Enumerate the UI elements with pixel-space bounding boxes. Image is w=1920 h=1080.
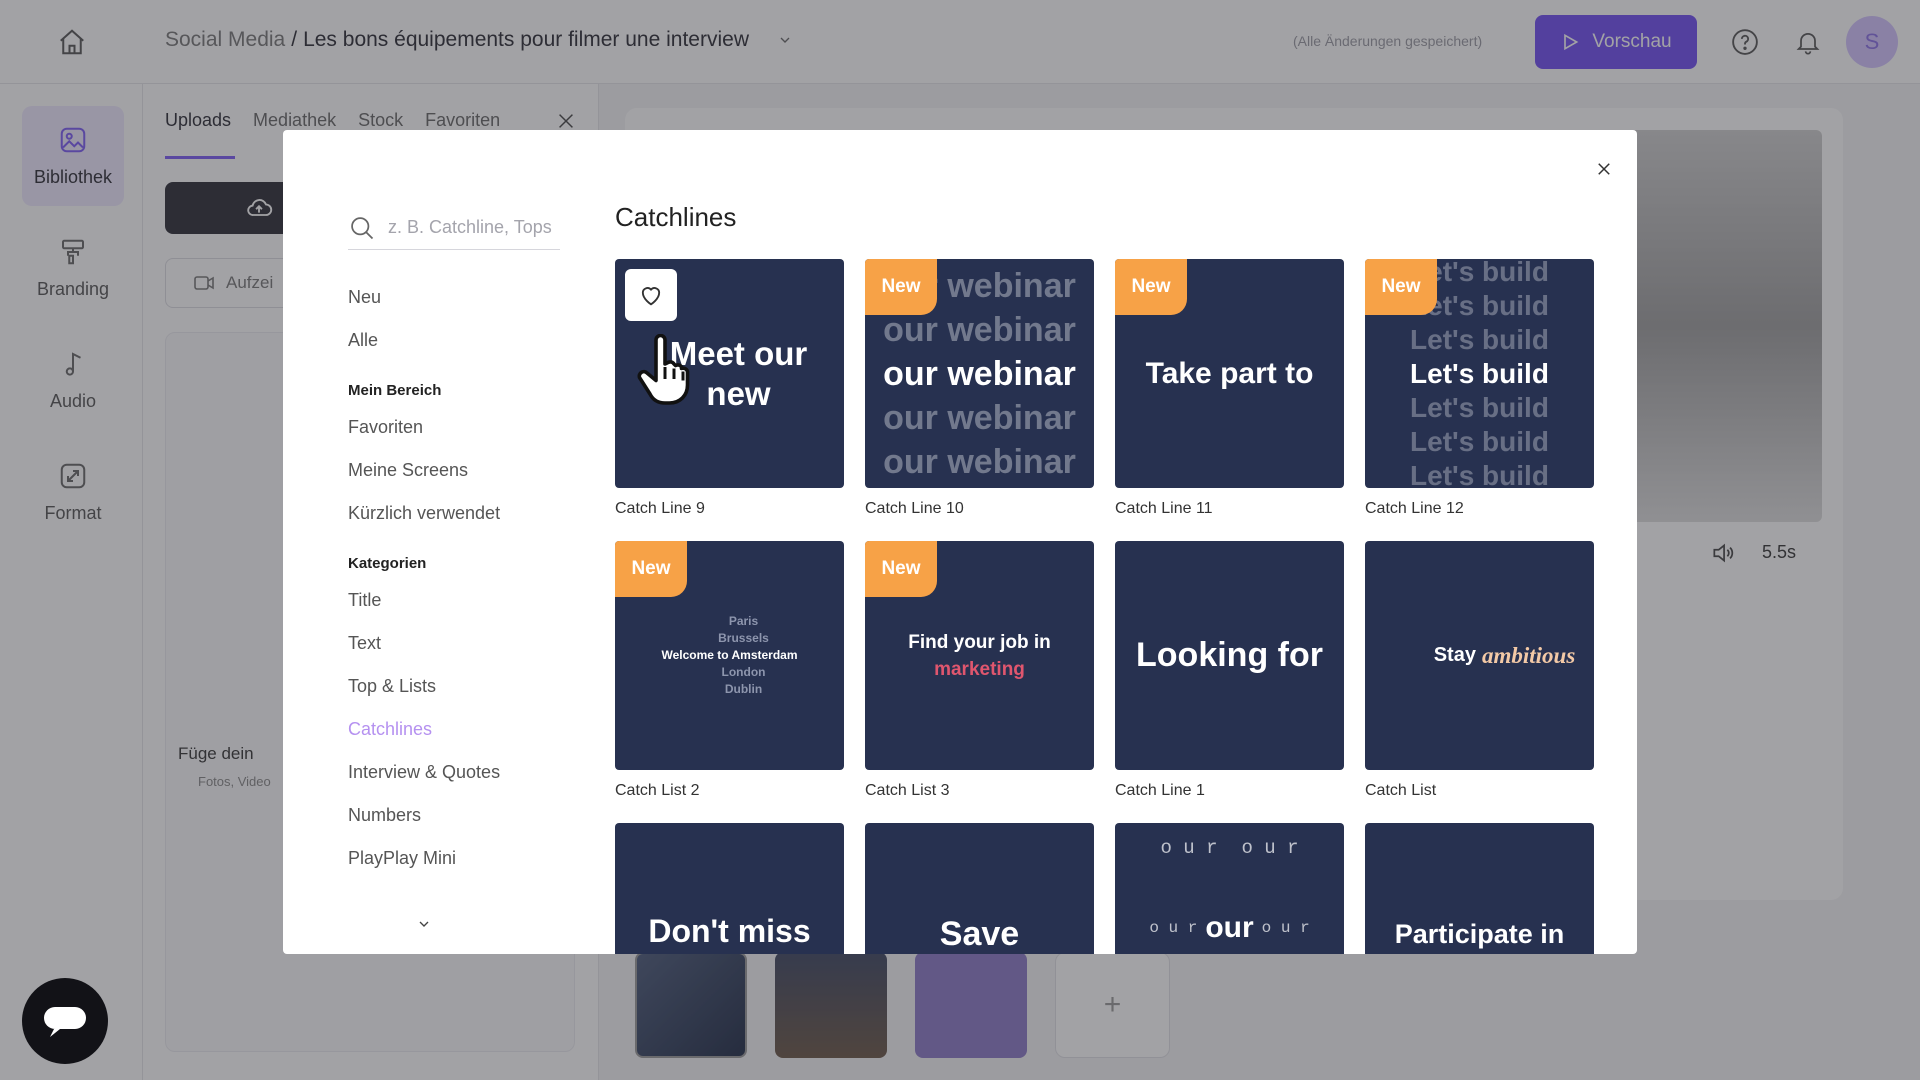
main-line: our <box>1205 911 1254 944</box>
template-label: Catch List 2 <box>615 782 700 799</box>
nav-item-favoriten[interactable]: Favoriten <box>348 406 578 449</box>
new-badge: New <box>1115 259 1187 315</box>
template-thumbnail[interactable]: Don't miss <box>615 823 844 954</box>
section-title: Catchlines <box>615 202 737 232</box>
template-thumbnail[interactable]: Stay ambitious <box>1365 541 1594 770</box>
category-nav: Neu Alle Mein Bereich Favoriten Meine Sc… <box>348 276 578 880</box>
nav-item-meine-screens[interactable]: Meine Screens <box>348 449 578 492</box>
template-label: Catch List <box>1365 782 1437 799</box>
search-icon <box>351 216 374 239</box>
template-card[interactable]: Save <box>865 823 1094 954</box>
list-line: Dublin <box>724 682 763 696</box>
template-card[interactable]: Meet our new Catch Line 9 <box>615 259 844 517</box>
echo-line: Let's build <box>1410 425 1549 457</box>
echo-line: Let's build <box>1410 459 1549 489</box>
echo-line: o u r <box>1261 919 1310 937</box>
search-input[interactable] <box>388 217 558 238</box>
template-label: Catch Line 9 <box>615 500 705 517</box>
nav-item-numbers[interactable]: Numbers <box>348 794 578 837</box>
echo-line: our webinar <box>883 398 1076 437</box>
template-label: Catch Line 11 <box>1115 500 1213 517</box>
nav-item-catchlines[interactable]: Catchlines <box>348 708 578 751</box>
template-label: Catch Line 10 <box>865 500 964 517</box>
highlight-line: marketing <box>934 658 1025 680</box>
thumbnail-text: Save <box>939 915 1020 953</box>
list-line: Stay <box>1433 644 1476 666</box>
close-icon <box>1598 163 1610 175</box>
echo-line: Let's build <box>1410 323 1549 355</box>
nav-heading-mine: Mein Bereich <box>348 382 442 399</box>
nav-heading-categories: Kategorien <box>348 555 427 572</box>
new-badge: New <box>865 541 937 597</box>
nav-item-interview-quotes[interactable]: Interview & Quotes <box>348 751 578 794</box>
template-card[interactable]: New our webinar our webinar our webinar … <box>865 259 1094 517</box>
echo-line: o u r <box>1241 837 1299 859</box>
main-line: Let's build <box>1410 357 1549 389</box>
template-thumbnail[interactable]: Meet our new <box>615 259 844 488</box>
template-card[interactable]: New Find your job in marketing Catch Lis… <box>865 541 1094 799</box>
thumbnail-text: o u r o u r o u r our o u r <box>1115 823 1344 954</box>
main-line: our webinar <box>883 354 1076 393</box>
nav-item-playplay-mini[interactable]: PlayPlay Mini <box>348 837 578 880</box>
chat-button[interactable] <box>22 978 108 1064</box>
template-label: Catch Line 12 <box>1365 500 1464 517</box>
list-line: London <box>721 665 766 679</box>
template-card[interactable]: Don't miss <box>615 823 844 954</box>
nav-item-neu[interactable]: Neu <box>348 276 578 319</box>
heart-icon <box>641 287 661 306</box>
thumbnail-text: Stay ambitious <box>1365 541 1594 770</box>
template-label: Catch List 3 <box>865 782 950 799</box>
template-card[interactable]: o u r o u r o u r our o u r <box>1115 823 1344 954</box>
template-card[interactable]: New Let's build Let's build Let's build … <box>1365 259 1594 517</box>
list-line: Paris <box>728 614 759 628</box>
highlight-line: ambitious <box>1481 642 1576 668</box>
nav-item-alle[interactable]: Alle <box>348 319 578 362</box>
chat-icon <box>44 1007 86 1037</box>
modal-close-button[interactable] <box>1589 154 1619 184</box>
chevron-down-icon <box>419 921 429 927</box>
template-card[interactable]: Stay ambitious Catch List <box>1365 541 1594 799</box>
thumbnail-text: Looking for <box>1136 636 1323 674</box>
echo-line: o u r <box>1160 837 1218 859</box>
template-thumbnail[interactable]: New our webinar our webinar our webinar … <box>865 259 1094 488</box>
template-modal: Neu Alle Mein Bereich Favoriten Meine Sc… <box>283 130 1637 954</box>
template-card[interactable]: Participate in <box>1365 823 1594 954</box>
thumbnail-text: Don't miss <box>648 913 811 949</box>
nav-item-kuerzlich[interactable]: Kürzlich verwendet <box>348 492 578 535</box>
template-thumbnail[interactable]: New Paris Brussels Welcome to Amsterdam … <box>615 541 844 770</box>
new-badge: New <box>1365 259 1437 315</box>
nav-item-text[interactable]: Text <box>348 622 578 665</box>
nav-scroll-down-button[interactable] <box>409 914 439 934</box>
template-thumbnail[interactable]: Save <box>865 823 1094 954</box>
template-thumbnail[interactable]: New Take part to <box>1115 259 1344 488</box>
template-thumbnail[interactable]: New Find your job in marketing <box>865 541 1094 770</box>
nav-item-title[interactable]: Title <box>348 579 578 622</box>
template-card[interactable]: Looking for Catch Line 1 <box>1115 541 1344 799</box>
echo-line: o u r <box>1149 919 1198 937</box>
nav-item-top-lists[interactable]: Top & Lists <box>348 665 578 708</box>
template-card[interactable]: New Paris Brussels Welcome to Amsterdam … <box>615 541 844 799</box>
list-line: Find your job in <box>908 631 1051 653</box>
template-thumbnail[interactable]: o u r o u r o u r our o u r <box>1115 823 1344 954</box>
template-label: Catch Line 1 <box>1115 782 1205 799</box>
search-bar <box>348 206 560 250</box>
template-thumbnail[interactable]: Participate in <box>1365 823 1594 954</box>
template-thumbnail[interactable]: New Let's build Let's build Let's build … <box>1365 259 1594 488</box>
favorite-button[interactable] <box>625 269 677 321</box>
template-thumbnail[interactable]: Looking for <box>1115 541 1344 770</box>
hand-cursor-icon <box>635 333 695 411</box>
thumbnail-text: Participate in <box>1394 919 1565 949</box>
list-line: Welcome to Amsterdam <box>661 648 798 662</box>
list-line: Brussels <box>718 631 769 645</box>
new-badge: New <box>615 541 687 597</box>
echo-line: our webinar <box>883 442 1076 481</box>
template-card[interactable]: New Take part to Catch Line 11 <box>1115 259 1344 517</box>
echo-line: Let's build <box>1410 391 1549 423</box>
new-badge: New <box>865 259 937 315</box>
